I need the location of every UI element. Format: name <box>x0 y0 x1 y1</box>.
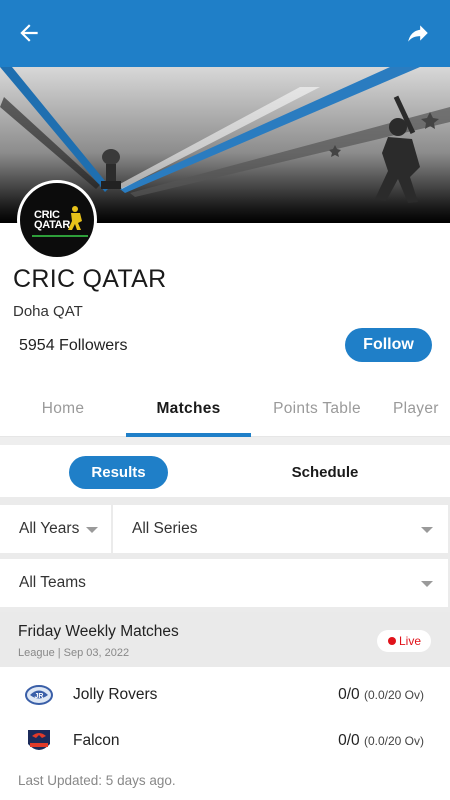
match-card-header[interactable]: Friday Weekly Matches League | Sep 03, 2… <box>0 612 450 667</box>
schedule-button[interactable]: Schedule <box>280 456 370 489</box>
divider <box>0 437 450 445</box>
series-dropdown-label: All Series <box>132 520 198 537</box>
chevron-down-icon <box>421 527 433 533</box>
arrow-left-icon[interactable] <box>16 20 42 46</box>
tab-bar: Home Matches Points Table Player <box>0 383 450 437</box>
club-city: Doha QAT <box>13 303 83 320</box>
share-icon[interactable] <box>404 20 432 46</box>
jolly-rovers-logo-icon: JR <box>25 685 53 705</box>
team-name: Falcon <box>73 732 120 749</box>
series-dropdown[interactable]: All Series <box>113 505 448 553</box>
tab-matches[interactable]: Matches <box>126 383 251 437</box>
logo-text-line2: QATAR <box>34 219 70 231</box>
tab-home[interactable]: Home <box>10 383 116 437</box>
results-button[interactable]: Results <box>69 456 168 489</box>
team-overs: (0.0/20 Ov) <box>363 734 424 748</box>
team-row[interactable]: JR Jolly Rovers 0/0 (0.0/20 Ov) <box>0 672 450 718</box>
falcon-logo-icon <box>28 730 50 750</box>
live-badge-label: Live <box>399 634 422 648</box>
team-runs: 0/0 <box>338 686 360 703</box>
match-title: Friday Weekly Matches <box>18 623 179 640</box>
results-schedule-toggle: Results Schedule <box>0 445 450 497</box>
team-runs: 0/0 <box>338 732 360 749</box>
batsman-logo-icon <box>68 206 82 230</box>
tab-points-table[interactable]: Points Table <box>257 383 377 437</box>
years-dropdown-label: All Years <box>19 520 80 537</box>
match-subtitle: League | Sep 03, 2022 <box>18 647 130 659</box>
live-dot-icon <box>388 637 396 645</box>
team-name: Jolly Rovers <box>73 686 158 703</box>
chevron-down-icon <box>421 581 433 587</box>
club-logo: CRIC QATAR <box>17 180 97 260</box>
team-overs: (0.0/20 Ov) <box>363 688 424 702</box>
filters-section: All Years All Series All Teams <box>0 497 450 612</box>
svg-text:JR: JR <box>35 693 44 700</box>
logo-underline <box>32 235 88 237</box>
teams-dropdown[interactable]: All Teams <box>0 559 448 607</box>
teams-dropdown-label: All Teams <box>19 574 86 591</box>
followers-count[interactable]: 5954 Followers <box>19 337 128 355</box>
team-score: 0/0 (0.0/20 Ov) <box>338 718 424 764</box>
years-dropdown[interactable]: All Years <box>0 505 111 553</box>
live-badge: Live <box>377 630 431 652</box>
club-name: CRIC QATAR <box>13 265 167 293</box>
chevron-down-icon <box>86 527 98 533</box>
app-bar <box>0 0 450 67</box>
follow-button[interactable]: Follow <box>345 328 432 362</box>
last-updated-text: Last Updated: 5 days ago. <box>18 773 176 788</box>
team-row[interactable]: Falcon 0/0 (0.0/20 Ov) <box>0 718 450 764</box>
tab-player[interactable]: Player <box>393 383 450 437</box>
team-score: 0/0 (0.0/20 Ov) <box>338 672 424 718</box>
